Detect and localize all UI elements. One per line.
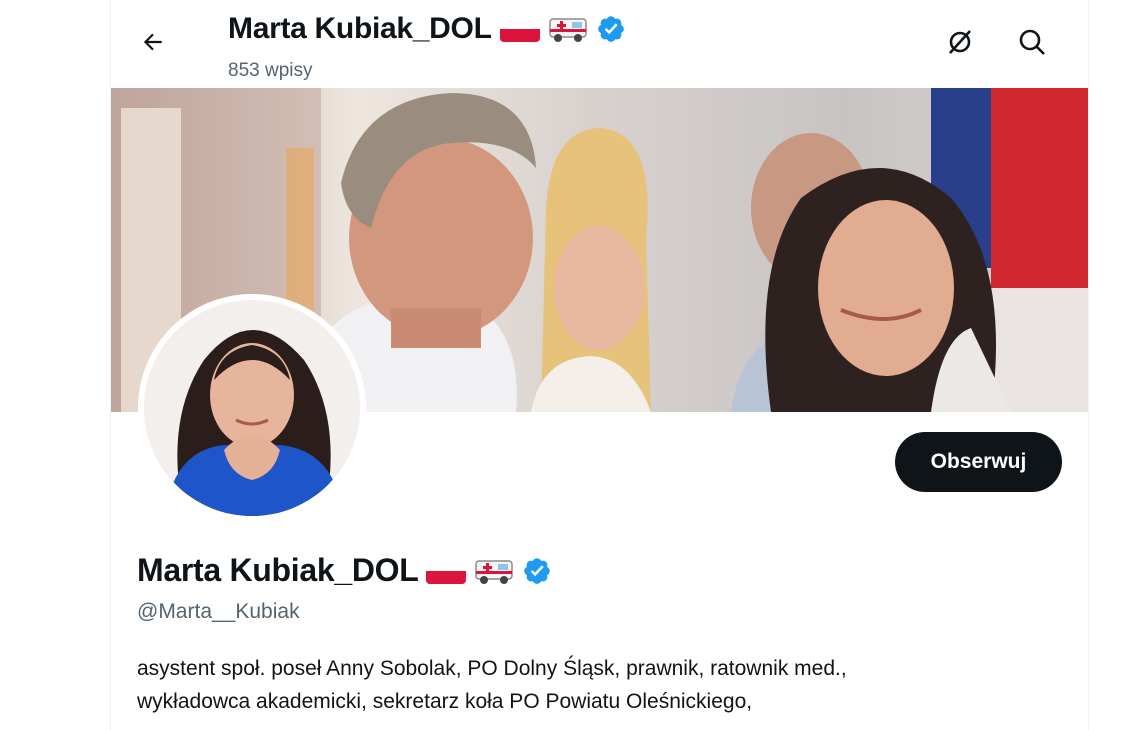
header-display-name: Marta Kubiak_DOL [228,12,492,45]
follow-button[interactable]: Obserwuj [895,432,1062,492]
search-button[interactable] [1014,26,1050,62]
verified-badge-icon[interactable] [522,556,552,586]
post-count: 853 wpisy [228,60,313,81]
arrow-left-icon [140,29,166,60]
profile-name-row: Marta Kubiak_DOL [137,552,552,589]
poland-flag-emoji [426,557,467,584]
profile-avatar[interactable] [138,294,366,522]
verified-badge-icon [596,14,626,44]
header-title-row: Marta Kubiak_DOL [228,12,626,46]
ambulance-emoji [548,14,588,44]
search-icon [1017,27,1047,62]
profile-display-name: Marta Kubiak_DOL [137,552,419,588]
bio-line: wykładowca akademicki, sekretarz koła PO… [137,690,753,713]
ambulance-emoji [474,556,514,586]
timeline-border-right [1088,0,1089,730]
grok-button[interactable] [942,26,978,62]
profile-handle: @Marta__Kubiak [137,600,300,623]
header-actions [942,26,1050,62]
grok-icon [945,27,975,62]
profile-bio: asystent społ. poseł Anny Sobolak, PO Do… [137,652,1067,718]
profile-header-bar: Marta Kubiak_DOL 853 wpisy [111,0,1088,88]
bio-line: asystent społ. poseł Anny Sobolak, PO Do… [137,657,847,680]
poland-flag-emoji [499,16,540,42]
avatar-photo [144,300,360,516]
back-button[interactable] [135,26,171,62]
